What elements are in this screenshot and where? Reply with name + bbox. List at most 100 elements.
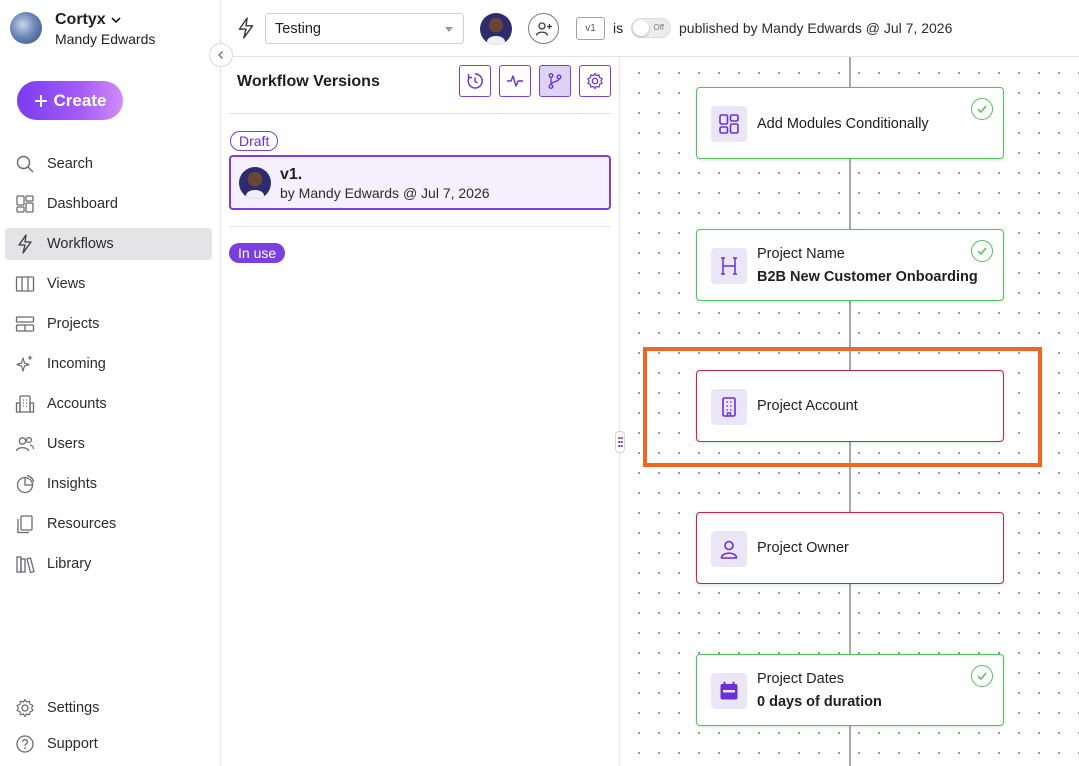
chevron-down-icon	[111, 17, 121, 24]
check-circle-icon	[971, 240, 993, 262]
version-card[interactable]: v1. by Mandy Edwards @ Jul 7, 2026	[229, 155, 611, 210]
pie-chart-icon	[15, 474, 35, 494]
workflow-select-value: Testing	[275, 20, 321, 37]
dashboard-icon	[15, 194, 35, 214]
node-label: Add Modules Conditionally	[757, 116, 929, 132]
current-user-name: Mandy Edwards	[55, 31, 156, 47]
workflow-node-project-owner[interactable]: Project Owner	[696, 512, 1004, 584]
sidebar-item-accounts[interactable]: Accounts	[5, 388, 212, 420]
check-circle-icon	[971, 665, 993, 687]
sidebar-item-label: Settings	[47, 700, 100, 716]
create-button[interactable]: Create	[17, 81, 123, 120]
version-author: by Mandy Edwards @ Jul 7, 2026	[280, 185, 490, 201]
sidebar-item-projects[interactable]: Projects	[5, 308, 212, 340]
add-user-icon	[535, 21, 552, 36]
gear-icon	[587, 72, 603, 90]
activity-button[interactable]	[499, 65, 531, 97]
collapse-sidebar-button[interactable]	[209, 43, 233, 67]
sidebar-item-label: Workflows	[47, 236, 114, 252]
building-icon	[15, 394, 35, 414]
chevron-left-icon	[218, 51, 223, 59]
brand-switcher[interactable]: Cortyx Mandy Edwards	[10, 10, 155, 48]
publish-toggle[interactable]: Off	[631, 18, 671, 38]
sidebar-item-workflows[interactable]: Workflows	[5, 228, 212, 260]
sidebar-item-label: Views	[47, 276, 86, 292]
node-value: 0 days of duration	[757, 694, 882, 710]
divider	[229, 226, 611, 227]
check-circle-icon	[971, 98, 993, 120]
documents-icon	[15, 514, 35, 534]
in-use-badge: In use	[229, 243, 286, 263]
sidebar-item-views[interactable]: Views	[5, 268, 212, 300]
sidebar: Cortyx Mandy Edwards Create Search Dashb…	[0, 0, 221, 766]
avatar	[239, 167, 271, 199]
toggle-label: Off	[653, 23, 664, 32]
sidebar-item-support[interactable]: Support	[5, 728, 212, 760]
sidebar-item-label: Search	[47, 156, 93, 172]
sidebar-item-incoming[interactable]: Incoming	[5, 348, 212, 380]
panel-resize-handle[interactable]	[615, 431, 625, 453]
sidebar-item-resources[interactable]: Resources	[5, 508, 212, 540]
brand-logo	[10, 12, 42, 44]
grid-modules-icon	[711, 106, 747, 142]
panel-toolbar	[459, 65, 611, 97]
users-icon	[15, 434, 35, 454]
calendar-icon	[711, 673, 747, 709]
sidebar-item-dashboard[interactable]: Dashboard	[5, 188, 212, 220]
gear-icon	[15, 698, 35, 718]
sidebar-item-label: Projects	[47, 316, 100, 332]
node-label: Project Owner	[757, 540, 849, 556]
sidebar-item-users[interactable]: Users	[5, 428, 212, 460]
history-button[interactable]	[459, 65, 491, 97]
add-user-button[interactable]	[528, 13, 559, 44]
bolt-icon	[238, 17, 254, 39]
version-badge: v1	[576, 17, 605, 40]
sidebar-item-label: Dashboard	[47, 196, 118, 212]
brand-name: Cortyx	[55, 11, 106, 28]
workflow-node-project-dates[interactable]: Project Dates 0 days of duration	[696, 654, 1004, 726]
workflow-select[interactable]: Testing	[265, 13, 464, 44]
version-title: v1.	[280, 166, 303, 183]
bolt-icon	[15, 234, 35, 254]
search-icon	[15, 154, 35, 174]
workflow-node-project-name[interactable]: Project Name B2B New Customer Onboarding	[696, 229, 1004, 301]
plus-icon	[34, 94, 47, 107]
avatar[interactable]	[480, 13, 512, 45]
sidebar-item-label: Accounts	[47, 396, 107, 412]
highlight-box	[643, 347, 1042, 467]
sidebar-item-search[interactable]: Search	[5, 148, 212, 180]
projects-icon	[15, 314, 35, 334]
sidebar-bottom-nav: Settings Support	[5, 692, 212, 764]
sidebar-item-label: Insights	[47, 476, 97, 492]
git-branch-icon	[548, 73, 562, 89]
sidebar-item-label: Incoming	[47, 356, 106, 372]
sidebar-item-insights[interactable]: Insights	[5, 468, 212, 500]
sidebar-nav: Search Dashboard Workflows Views Project…	[5, 148, 212, 588]
versions-button[interactable]	[539, 65, 571, 97]
workflow-node-add-modules[interactable]: Add Modules Conditionally	[696, 87, 1004, 159]
columns-icon	[15, 274, 35, 294]
sidebar-item-library[interactable]: Library	[5, 548, 212, 580]
heading-h-icon	[711, 248, 747, 284]
top-bar: Testing v1 is Off published by Mandy Edw…	[221, 0, 1079, 57]
activity-icon	[507, 75, 523, 87]
workflow-canvas[interactable]: Add Modules Conditionally Project Name B…	[621, 57, 1079, 766]
help-circle-icon	[15, 734, 35, 754]
person-icon	[711, 531, 747, 567]
sidebar-item-label: Users	[47, 436, 85, 452]
draft-badge: Draft	[230, 131, 279, 151]
divider	[229, 113, 611, 114]
create-button-label: Create	[53, 90, 107, 110]
node-label: Project Name	[757, 246, 845, 262]
sidebar-item-settings[interactable]: Settings	[5, 692, 212, 724]
history-icon	[467, 73, 483, 89]
published-info: published by Mandy Edwards @ Jul 7, 2026	[679, 20, 953, 36]
books-icon	[15, 554, 35, 574]
node-label: Project Dates	[757, 671, 845, 687]
chevron-down-icon	[445, 27, 453, 32]
sparkle-icon	[15, 354, 35, 374]
toggle-knob	[633, 20, 649, 36]
sidebar-item-label: Library	[47, 556, 92, 572]
settings-button[interactable]	[579, 65, 611, 97]
sidebar-item-label: Resources	[47, 516, 117, 532]
